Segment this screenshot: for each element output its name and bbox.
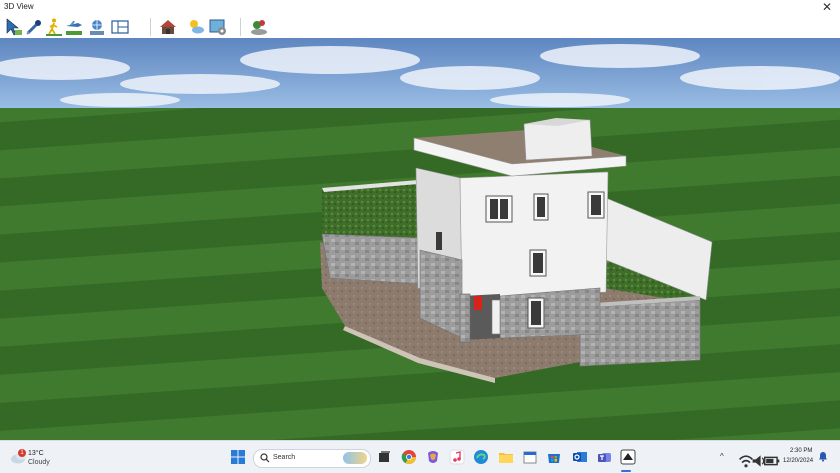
edge-icon[interactable]	[473, 449, 489, 465]
red-door	[474, 296, 482, 310]
home-design-app-icon[interactable]	[620, 449, 636, 465]
wifi-icon[interactable]	[738, 453, 753, 468]
chrome-icon[interactable]	[401, 449, 417, 465]
window-title: 3D View	[4, 2, 34, 11]
toolbar	[0, 16, 840, 39]
notification-bell-icon[interactable]	[818, 451, 828, 462]
entry-column	[459, 293, 471, 343]
outlook-icon[interactable]	[572, 449, 588, 465]
weather-temperature: 13°C	[28, 450, 44, 457]
clock-date[interactable]: 12/20/2024	[783, 458, 813, 464]
search-highlight-image	[343, 452, 367, 464]
sun-weather-icon[interactable]	[186, 17, 206, 37]
house-window-glass	[500, 199, 508, 219]
taskbar: 1 13°C Cloudy Search ^ 2:30 PM 12/20/202…	[0, 440, 840, 473]
walk-person-icon[interactable]	[44, 17, 64, 37]
calendar-icon[interactable]	[522, 449, 538, 465]
tray-overflow-chevron[interactable]: ^	[720, 452, 724, 461]
battery-icon[interactable]	[764, 453, 780, 466]
house-window-glass	[537, 197, 545, 217]
entry-column	[491, 299, 501, 335]
landscape-plants-icon[interactable]	[249, 17, 269, 37]
search-icon	[260, 453, 270, 463]
volume-icon[interactable]	[751, 453, 765, 467]
window-layout-icon[interactable]	[110, 17, 130, 37]
left-retaining-wall	[321, 233, 421, 285]
copilot-icon[interactable]	[425, 449, 441, 465]
toolbar-separator	[240, 18, 241, 36]
house-window-glass	[591, 195, 601, 215]
select-arrow-icon[interactable]	[4, 17, 24, 37]
render-settings-icon[interactable]	[208, 17, 228, 37]
microsoft-store-icon[interactable]	[546, 449, 562, 465]
ground-window-glass	[531, 301, 541, 325]
house-window	[485, 195, 513, 223]
globe-tool-icon[interactable]	[87, 17, 107, 37]
weather-badge: 1	[18, 449, 26, 457]
windows-start-icon[interactable]	[230, 449, 246, 465]
file-explorer-icon[interactable]	[498, 449, 514, 465]
itunes-icon[interactable]	[449, 449, 465, 465]
teams-icon[interactable]	[597, 449, 613, 465]
close-button[interactable]: ✕	[820, 0, 834, 14]
house-window-glass	[490, 199, 498, 219]
title-bar: 3D View ✕	[0, 0, 840, 16]
search-label: Search	[273, 454, 296, 461]
weather-condition: Cloudy	[28, 459, 50, 466]
toolbar-separator	[150, 18, 151, 36]
house-window	[436, 232, 442, 250]
house-front-wall	[459, 171, 609, 301]
taskbar-search-box[interactable]: Search	[253, 449, 371, 468]
house-view-icon[interactable]	[158, 17, 178, 37]
ground-floor-front-stone	[499, 287, 601, 339]
task-view-icon[interactable]	[376, 449, 392, 465]
eyedropper-icon[interactable]	[24, 17, 44, 37]
house-window-glass	[533, 253, 543, 273]
3d-viewport[interactable]	[0, 38, 840, 440]
aerial-camera-icon[interactable]	[64, 17, 84, 37]
clock-time[interactable]: 2:30 PM	[790, 448, 812, 454]
